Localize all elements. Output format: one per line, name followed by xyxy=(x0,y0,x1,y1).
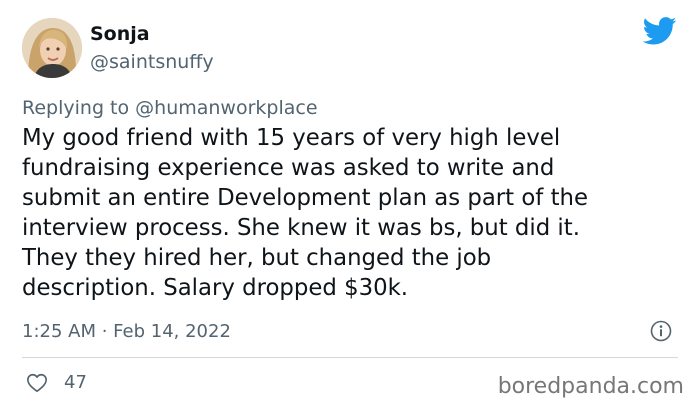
replying-prefix: Replying to xyxy=(22,97,136,119)
heart-icon[interactable] xyxy=(26,372,48,394)
divider xyxy=(22,357,678,358)
tweet-timestamp[interactable]: 1:25 AM · Feb 14, 2022 xyxy=(22,320,231,344)
tweet-text: My good friend with 15 years of very hig… xyxy=(22,125,588,301)
avatar[interactable] xyxy=(22,18,82,78)
replying-mention-link[interactable]: @humanworkplace xyxy=(135,97,317,119)
info-icon[interactable] xyxy=(650,320,672,342)
user-handle[interactable]: @saintsnuffy xyxy=(90,50,214,74)
watermark: boredpanda.com xyxy=(497,374,684,399)
replying-to: Replying to @humanworkplace xyxy=(22,96,318,120)
display-name[interactable]: Sonja xyxy=(90,22,150,46)
like-count: 47 xyxy=(64,372,87,393)
twitter-bird-icon[interactable] xyxy=(642,17,677,45)
